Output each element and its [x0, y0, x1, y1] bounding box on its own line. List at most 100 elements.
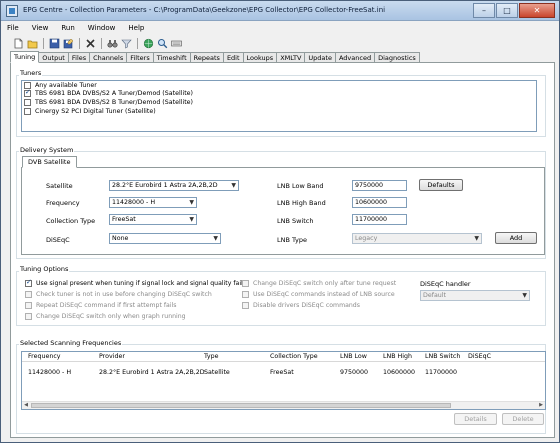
- lnb-type-select[interactable]: Legacy ▼: [352, 233, 482, 244]
- option-label: Check tuner is not in use before changin…: [36, 291, 212, 298]
- tuner-checkbox[interactable]: [24, 98, 31, 106]
- lnb-low-input[interactable]: 9750000: [352, 180, 407, 191]
- globe-icon[interactable]: [143, 38, 154, 49]
- option-change-diseqc-graph[interactable]: Change DiSEqC switch only when graph run…: [25, 313, 186, 320]
- close-button[interactable]: ✕: [519, 3, 555, 18]
- window-controls: – □ ✕: [473, 3, 555, 18]
- title-bar[interactable]: EPG Centre - Collection Parameters - C:\…: [1, 1, 559, 21]
- menu-file[interactable]: File: [7, 24, 19, 32]
- lnb-high-input[interactable]: 10600000: [352, 197, 407, 208]
- chevron-down-icon: ▼: [474, 235, 479, 242]
- tab-dvb-satellite[interactable]: DVB Satellite: [22, 156, 77, 168]
- horizontal-scrollbar[interactable]: ◀ ▶: [22, 401, 545, 409]
- table-cell: 9750000: [340, 369, 369, 376]
- satellite-value: 28.2°E Eurobird 1 Astra 2A,2B,2D: [112, 182, 218, 189]
- diseqc-select[interactable]: None ▼: [109, 233, 221, 244]
- collection-type-value: FreeSat: [112, 216, 136, 223]
- tuner-label: TBS 6981 BDA DVBS/S2 B Tuner/Demod (Sate…: [35, 98, 194, 106]
- delete-icon[interactable]: [85, 38, 96, 49]
- tuner-label: TBS 6981 BDA DVBS/S2 A Tuner/Demod (Sate…: [35, 90, 194, 98]
- option-label: Use signal present when tuning if signal…: [36, 280, 243, 287]
- diseqc-handler-select[interactable]: Default ▼: [420, 290, 530, 301]
- save-as-icon[interactable]: [63, 38, 74, 49]
- column-header[interactable]: Provider: [99, 353, 125, 360]
- satellite-select[interactable]: 28.2°E Eurobird 1 Astra 2A,2B,2D ▼: [109, 180, 239, 191]
- option-repeat-diseqc[interactable]: Repeat DiSEqC command if first attempt f…: [25, 302, 176, 309]
- add-button[interactable]: Add: [495, 232, 537, 244]
- lnb-high-label: LNB High Band: [277, 199, 326, 207]
- tuner-item[interactable]: TBS 6981 BDA DVBS/S2 A Tuner/Demod (Sate…: [22, 88, 536, 99]
- defaults-button[interactable]: Defaults: [419, 179, 463, 191]
- chevron-down-icon: ▼: [522, 292, 527, 299]
- new-icon[interactable]: [13, 38, 24, 49]
- window-title: EPG Centre - Collection Parameters - C:\…: [23, 6, 386, 14]
- table-cell: 10600000: [383, 369, 416, 376]
- column-header[interactable]: LNB High: [383, 353, 412, 360]
- scrollbar-thumb[interactable]: [31, 403, 451, 408]
- column-header[interactable]: LNB Switch: [425, 353, 460, 360]
- option-checkbox[interactable]: [25, 302, 32, 309]
- filter-icon[interactable]: [121, 38, 132, 49]
- tuner-checkbox[interactable]: [24, 107, 31, 115]
- tuner-item[interactable]: Any available Tuner: [22, 81, 536, 90]
- maximize-button[interactable]: □: [496, 3, 518, 18]
- tuner-checkbox[interactable]: [24, 88, 31, 98]
- open-icon[interactable]: [27, 38, 38, 49]
- chevron-down-icon: ▼: [189, 216, 194, 223]
- table-header: Frequency Provider Type Collection Type …: [22, 352, 545, 362]
- option-check-tuner[interactable]: Check tuner is not in use before changin…: [25, 291, 212, 298]
- tuner-item[interactable]: TBS 6981 BDA DVBS/S2 B Tuner/Demod (Sate…: [22, 98, 536, 107]
- column-header[interactable]: DiSEqC: [468, 353, 491, 360]
- lnb-switch-label: LNB Switch: [277, 217, 314, 225]
- option-disable-drivers-diseqc[interactable]: Disable drivers DiSEqC commands: [242, 302, 360, 309]
- option-use-diseqc-commands[interactable]: Use DiSEqC commands instead of LNB sourc…: [242, 291, 395, 298]
- satellite-label: Satellite: [46, 182, 73, 190]
- lnb-type-value: Legacy: [355, 235, 378, 242]
- menu-window[interactable]: Window: [88, 24, 116, 32]
- column-header[interactable]: Collection Type: [270, 353, 318, 360]
- keyboard-icon[interactable]: [171, 38, 182, 49]
- lnb-switch-input[interactable]: 11700000: [352, 214, 407, 225]
- column-header[interactable]: Type: [204, 353, 218, 360]
- details-button[interactable]: Details: [454, 413, 497, 425]
- table-cell: 11428000 - H: [28, 369, 72, 376]
- menu-run[interactable]: Run: [61, 24, 74, 32]
- option-checkbox[interactable]: [25, 313, 32, 320]
- lnb-low-label: LNB Low Band: [277, 182, 324, 190]
- frequencies-table[interactable]: Frequency Provider Type Collection Type …: [21, 351, 546, 410]
- diseqc-value: None: [112, 235, 129, 242]
- binoculars-icon[interactable]: [107, 38, 118, 49]
- tuner-item[interactable]: Cinergy S2 PCI Digital Tuner (Satellite): [22, 107, 536, 116]
- option-checkbox[interactable]: [25, 278, 32, 287]
- option-use-signal-present[interactable]: Use signal present when tuning if signal…: [25, 278, 243, 287]
- option-checkbox[interactable]: [242, 302, 249, 309]
- option-checkbox[interactable]: [242, 291, 249, 298]
- scroll-right-icon[interactable]: ▶: [537, 402, 545, 409]
- search-icon[interactable]: [157, 38, 168, 49]
- menu-view[interactable]: View: [32, 24, 49, 32]
- menu-bar: File View Run Window Help: [1, 21, 559, 35]
- toolbar-separator: [43, 37, 44, 49]
- option-checkbox[interactable]: [25, 291, 32, 298]
- column-header[interactable]: LNB Low: [340, 353, 367, 360]
- menu-help[interactable]: Help: [128, 24, 144, 32]
- chevron-down-icon: ▼: [189, 199, 194, 206]
- frequency-select[interactable]: 11428000 - H ▼: [109, 197, 197, 208]
- diseqc-handler-label: DiSEqC handler: [420, 280, 471, 288]
- column-header[interactable]: Frequency: [28, 353, 61, 360]
- delete-button[interactable]: Delete: [502, 413, 544, 425]
- option-change-diseqc-after-tune[interactable]: Change DiSEqC switch only after tune req…: [242, 280, 396, 287]
- minimize-button[interactable]: –: [473, 3, 495, 18]
- tuner-label: Any available Tuner: [35, 81, 97, 89]
- scroll-left-icon[interactable]: ◀: [22, 402, 30, 409]
- tuner-list[interactable]: Any available Tuner TBS 6981 BDA DVBS/S2…: [21, 80, 537, 132]
- save-icon[interactable]: [49, 38, 60, 49]
- lnb-type-label: LNB Type: [277, 236, 307, 244]
- tab-tuning[interactable]: Tuning: [10, 51, 40, 63]
- option-checkbox[interactable]: [242, 280, 249, 287]
- option-label: Repeat DiSEqC command if first attempt f…: [36, 302, 177, 309]
- collection-type-select[interactable]: FreeSat ▼: [109, 214, 197, 225]
- frequencies-label: Selected Scanning Frequencies: [19, 339, 123, 347]
- toolbar-separator: [101, 37, 102, 49]
- app-window: EPG Centre - Collection Parameters - C:\…: [0, 0, 560, 443]
